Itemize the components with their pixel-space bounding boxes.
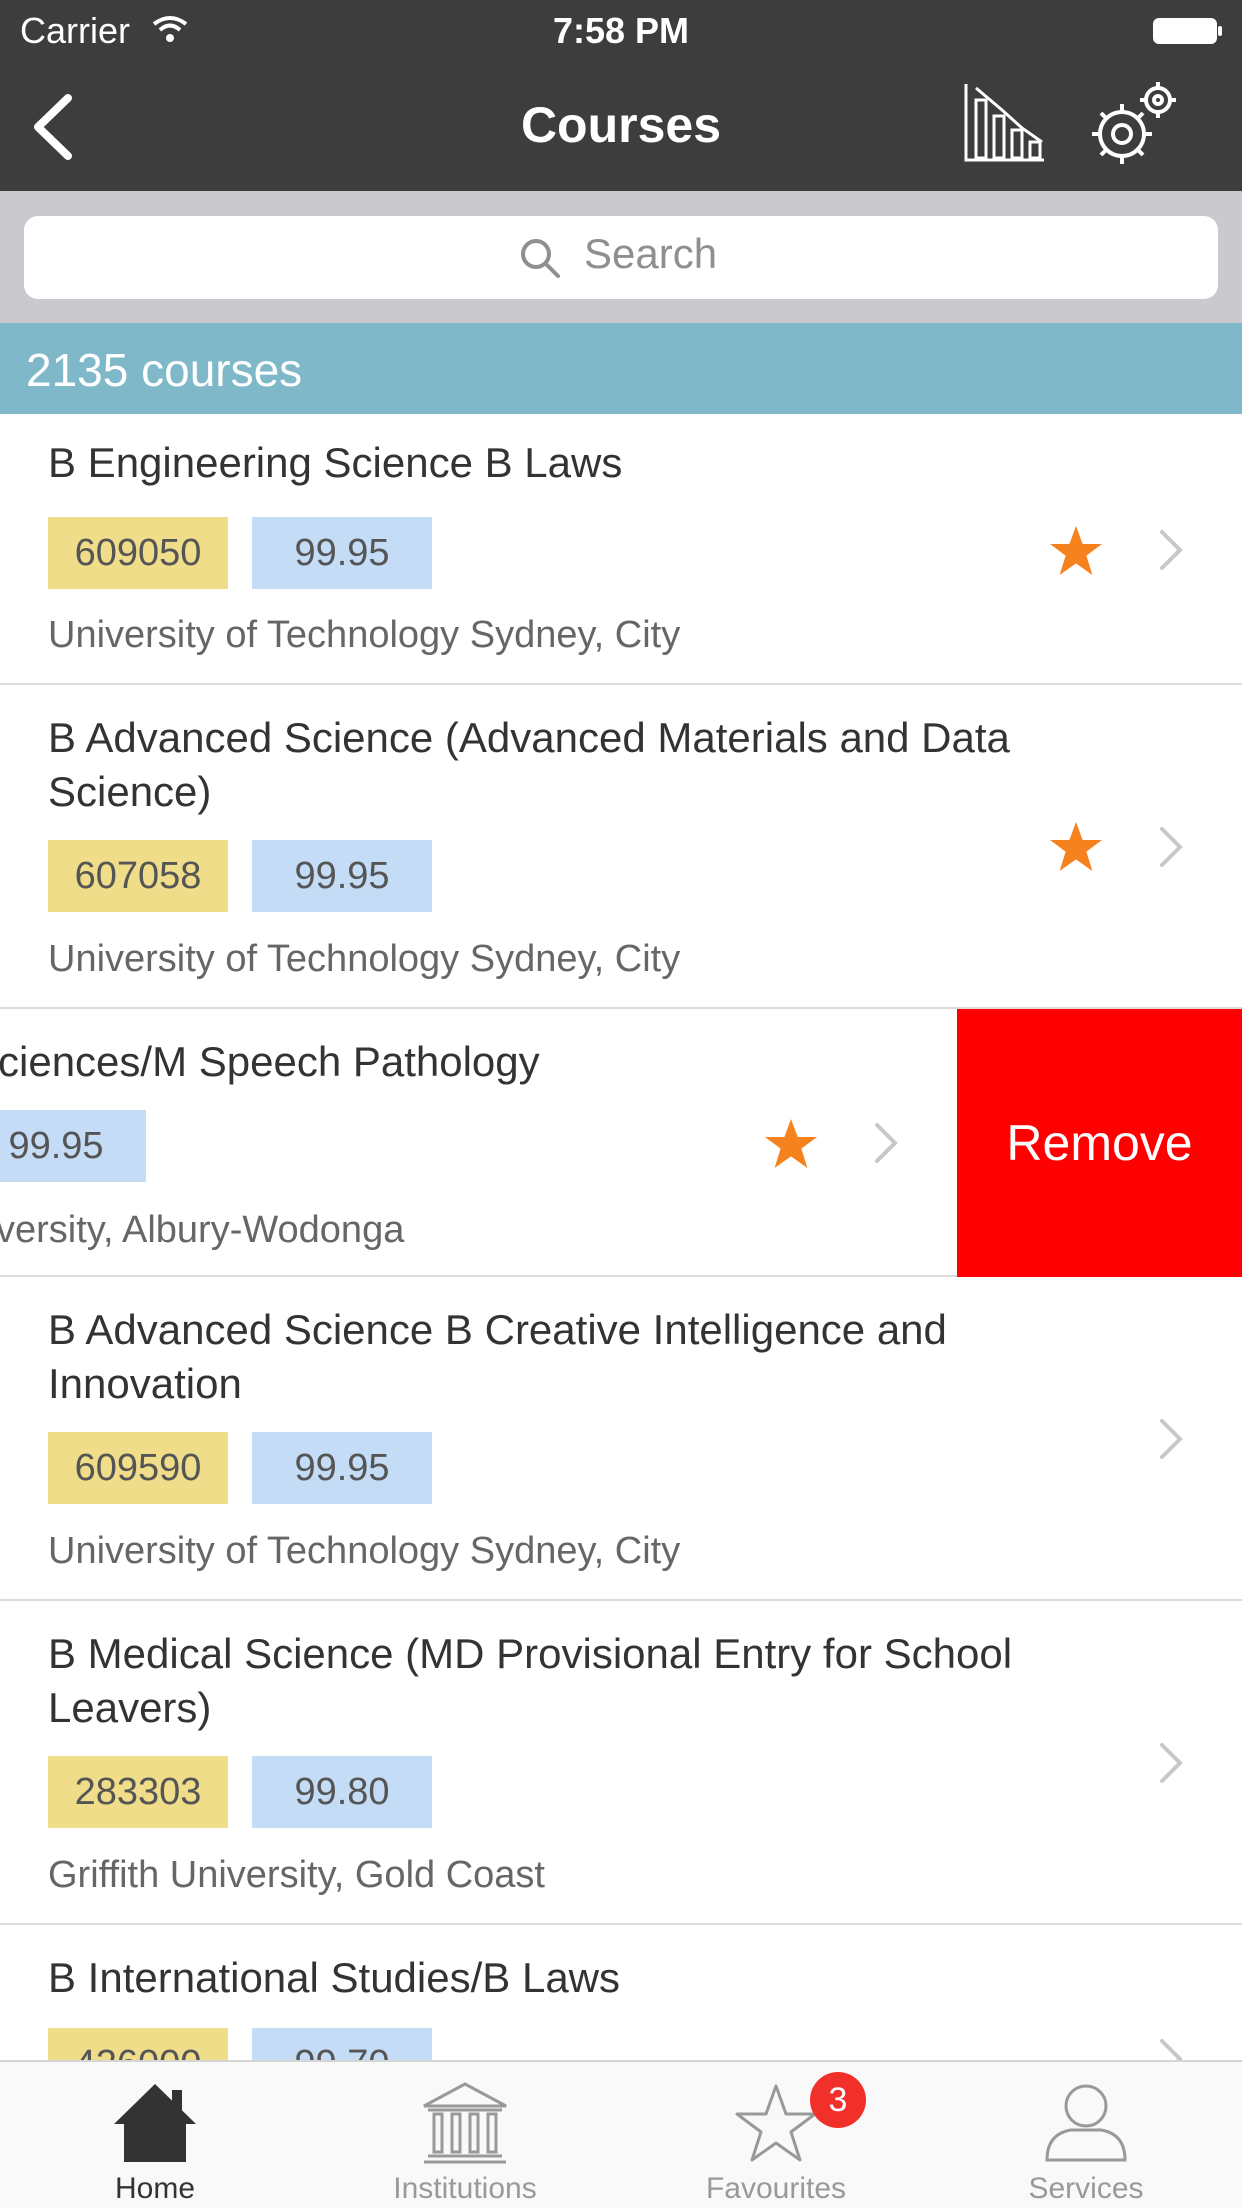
institution-label: University of Technology Sydney, City bbox=[48, 1530, 681, 1572]
search-placeholder: Search bbox=[584, 230, 718, 277]
institution-icon bbox=[423, 2082, 507, 2164]
navigation-bar: Carrier 7:58 PM Courses bbox=[0, 0, 1242, 191]
chevron-right-icon bbox=[1160, 827, 1183, 867]
star-icon[interactable] bbox=[1048, 524, 1104, 580]
list-item[interactable]: B Advanced Science (Advanced Materials a… bbox=[0, 685, 1242, 1009]
course-code-badge: 609590 bbox=[48, 1432, 228, 1504]
institution-label: University of Technology Sydney, City bbox=[48, 614, 681, 656]
tab-institutions[interactable]: Institutions bbox=[310, 2060, 620, 2208]
course-title: B Advanced Science B Creative Intelligen… bbox=[48, 1306, 947, 1407]
chart-icon[interactable] bbox=[962, 80, 1048, 166]
list-item[interactable]: B International Studies/B Laws 426000 99… bbox=[0, 1925, 1242, 2060]
gear-icon[interactable] bbox=[1088, 78, 1184, 168]
atar-score-badge: 99.80 bbox=[252, 1756, 432, 1828]
page-title: Courses bbox=[520, 97, 722, 153]
status-bar: Carrier 7:58 PM bbox=[0, 0, 1242, 62]
chevron-right-icon bbox=[1160, 2039, 1183, 2060]
course-title: B International Studies/B Laws bbox=[48, 1954, 621, 2001]
atar-score-badge: 99.70 bbox=[252, 2028, 432, 2060]
institution-label: University of Technology Sydney, City bbox=[48, 938, 681, 980]
tab-home[interactable]: Home bbox=[0, 2060, 310, 2208]
course-code-badge: 607058 bbox=[48, 840, 228, 912]
course-title: B Medical Science (MD Provisional Entry … bbox=[48, 1630, 1013, 1731]
atar-score-badge: 99.95 bbox=[252, 1432, 432, 1504]
remove-button[interactable]: Remove bbox=[957, 1009, 1242, 1277]
course-code-badge: 283303 bbox=[48, 1756, 228, 1828]
chevron-right-icon bbox=[1160, 530, 1183, 570]
tab-label: Institutions bbox=[393, 2172, 537, 2205]
tab-label: Services bbox=[1028, 2172, 1144, 2205]
tab-services[interactable]: Services bbox=[931, 2060, 1241, 2208]
clock: 7:58 PM bbox=[552, 10, 690, 51]
battery-icon bbox=[1153, 18, 1222, 44]
person-icon bbox=[1045, 2084, 1127, 2162]
course-title: B Engineering Science B Laws bbox=[48, 439, 623, 486]
favourites-count-badge: 3 bbox=[810, 2072, 866, 2128]
star-icon[interactable] bbox=[1048, 820, 1104, 876]
course-count: 2135 courses bbox=[26, 344, 303, 396]
tab-label: Home bbox=[114, 2172, 196, 2205]
course-title: B Advanced Science (Advanced Materials a… bbox=[48, 714, 1010, 815]
course-title: ciences/M Speech Pathology bbox=[0, 1038, 540, 1085]
tab-label: Favourites bbox=[705, 2172, 847, 2205]
list-item[interactable]: B Advanced Science B Creative Intelligen… bbox=[0, 1277, 1242, 1601]
institution-label: Griffith University, Gold Coast bbox=[48, 1854, 545, 1896]
home-icon bbox=[114, 2084, 196, 2162]
atar-score-badge: 99.95 bbox=[252, 517, 432, 589]
chevron-right-icon bbox=[1160, 1743, 1183, 1783]
list-item[interactable]: B Engineering Science B Laws 609050 99.9… bbox=[0, 414, 1242, 685]
chevron-right-icon bbox=[875, 1123, 898, 1163]
atar-score-badge: 99.95 bbox=[0, 1110, 146, 1182]
star-outline-icon bbox=[735, 2084, 817, 2162]
course-code-badge: 609050 bbox=[48, 517, 228, 589]
search-icon bbox=[521, 239, 560, 278]
tab-favourites[interactable]: Favourites bbox=[621, 2060, 931, 2208]
chevron-right-icon bbox=[1160, 1419, 1183, 1459]
star-icon[interactable] bbox=[763, 1117, 819, 1173]
course-code-badge: 426000 bbox=[48, 2028, 228, 2060]
institution-label: versity, Albury-Wodonga bbox=[0, 1209, 405, 1251]
atar-score-badge: 99.95 bbox=[252, 840, 432, 912]
list-item[interactable]: B Medical Science (MD Provisional Entry … bbox=[0, 1601, 1242, 1925]
